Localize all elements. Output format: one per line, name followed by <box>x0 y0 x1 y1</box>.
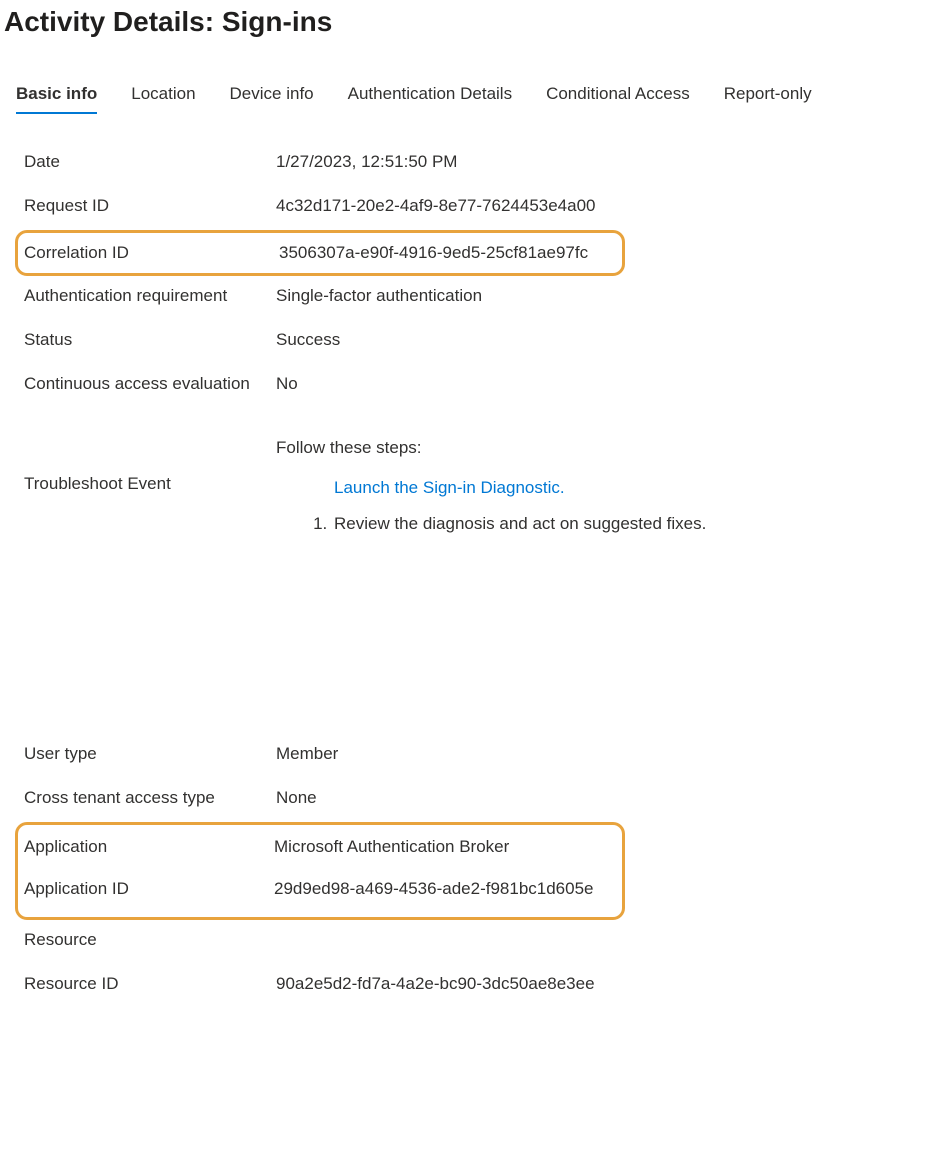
spacer <box>0 544 932 734</box>
application-block-highlighted: Application Microsoft Authentication Bro… <box>15 822 625 920</box>
row-user-type: User type Member <box>24 734 932 778</box>
value-resource-id: 90a2e5d2-fd7a-4a2e-bc90-3dc50ae8e3ee <box>276 974 595 994</box>
value-application-id: 29d9ed98-a469-4536-ade2-f981bc1d605e <box>274 879 594 899</box>
label-correlation-id: Correlation ID <box>24 243 279 263</box>
label-status: Status <box>24 330 276 350</box>
label-date: Date <box>24 152 276 172</box>
tab-report-only[interactable]: Report-only <box>724 84 812 114</box>
tab-conditional-access[interactable]: Conditional Access <box>546 84 690 114</box>
value-user-type: Member <box>276 744 338 764</box>
label-application: Application <box>24 837 274 857</box>
label-application-id: Application ID <box>24 879 274 899</box>
value-cross-tenant: None <box>276 788 317 808</box>
launch-signin-diagnostic-link[interactable]: Launch the Sign-in Diagnostic. <box>334 478 565 498</box>
row-resource-id: Resource ID 90a2e5d2-fd7a-4a2e-bc90-3dc5… <box>24 964 932 1008</box>
row-application-id: Application ID 29d9ed98-a469-4536-ade2-f… <box>24 871 612 913</box>
label-troubleshoot: Troubleshoot Event <box>24 438 276 494</box>
row-correlation-id-highlighted: Correlation ID 3506307a-e90f-4916-9ed5-2… <box>15 230 625 276</box>
row-status: Status Success <box>24 320 932 364</box>
tab-device-info[interactable]: Device info <box>230 84 314 114</box>
tab-location[interactable]: Location <box>131 84 195 114</box>
value-correlation-id: 3506307a-e90f-4916-9ed5-25cf81ae97fc <box>279 243 588 263</box>
row-cross-tenant: Cross tenant access type None <box>24 778 932 822</box>
tab-bar: Basic info Location Device info Authenti… <box>0 84 932 114</box>
row-auth-requirement: Authentication requirement Single-factor… <box>24 276 932 320</box>
value-auth-requirement: Single-factor authentication <box>276 286 482 306</box>
row-resource: Resource <box>24 920 932 964</box>
label-resource-id: Resource ID <box>24 974 276 994</box>
label-cross-tenant: Cross tenant access type <box>24 788 276 808</box>
label-resource: Resource <box>24 930 276 950</box>
label-request-id: Request ID <box>24 196 276 216</box>
troubleshoot-step-1: Review the diagnosis and act on suggeste… <box>332 514 706 534</box>
row-request-id: Request ID 4c32d171-20e2-4af9-8e77-76244… <box>24 186 932 230</box>
row-date: Date 1/27/2023, 12:51:50 PM <box>24 142 932 186</box>
troubleshoot-intro: Follow these steps: <box>276 438 706 458</box>
tab-authentication-details[interactable]: Authentication Details <box>348 84 512 114</box>
page-title: Activity Details: Sign-ins <box>0 0 932 38</box>
details-upper: Date 1/27/2023, 12:51:50 PM Request ID 4… <box>0 142 932 544</box>
label-auth-requirement: Authentication requirement <box>24 286 276 306</box>
row-cae: Continuous access evaluation No <box>24 364 932 408</box>
label-cae: Continuous access evaluation <box>24 374 276 394</box>
value-status: Success <box>276 330 340 350</box>
value-date: 1/27/2023, 12:51:50 PM <box>276 152 457 172</box>
value-application: Microsoft Authentication Broker <box>274 837 509 857</box>
value-request-id: 4c32d171-20e2-4af9-8e77-7624453e4a00 <box>276 196 596 216</box>
value-cae: No <box>276 374 298 394</box>
tab-basic-info[interactable]: Basic info <box>16 84 97 114</box>
row-troubleshoot: Troubleshoot Event Follow these steps: L… <box>24 428 932 544</box>
details-lower: User type Member Cross tenant access typ… <box>0 734 932 1008</box>
label-user-type: User type <box>24 744 276 764</box>
troubleshoot-content: Follow these steps: Launch the Sign-in D… <box>276 438 706 534</box>
row-application: Application Microsoft Authentication Bro… <box>24 829 612 871</box>
